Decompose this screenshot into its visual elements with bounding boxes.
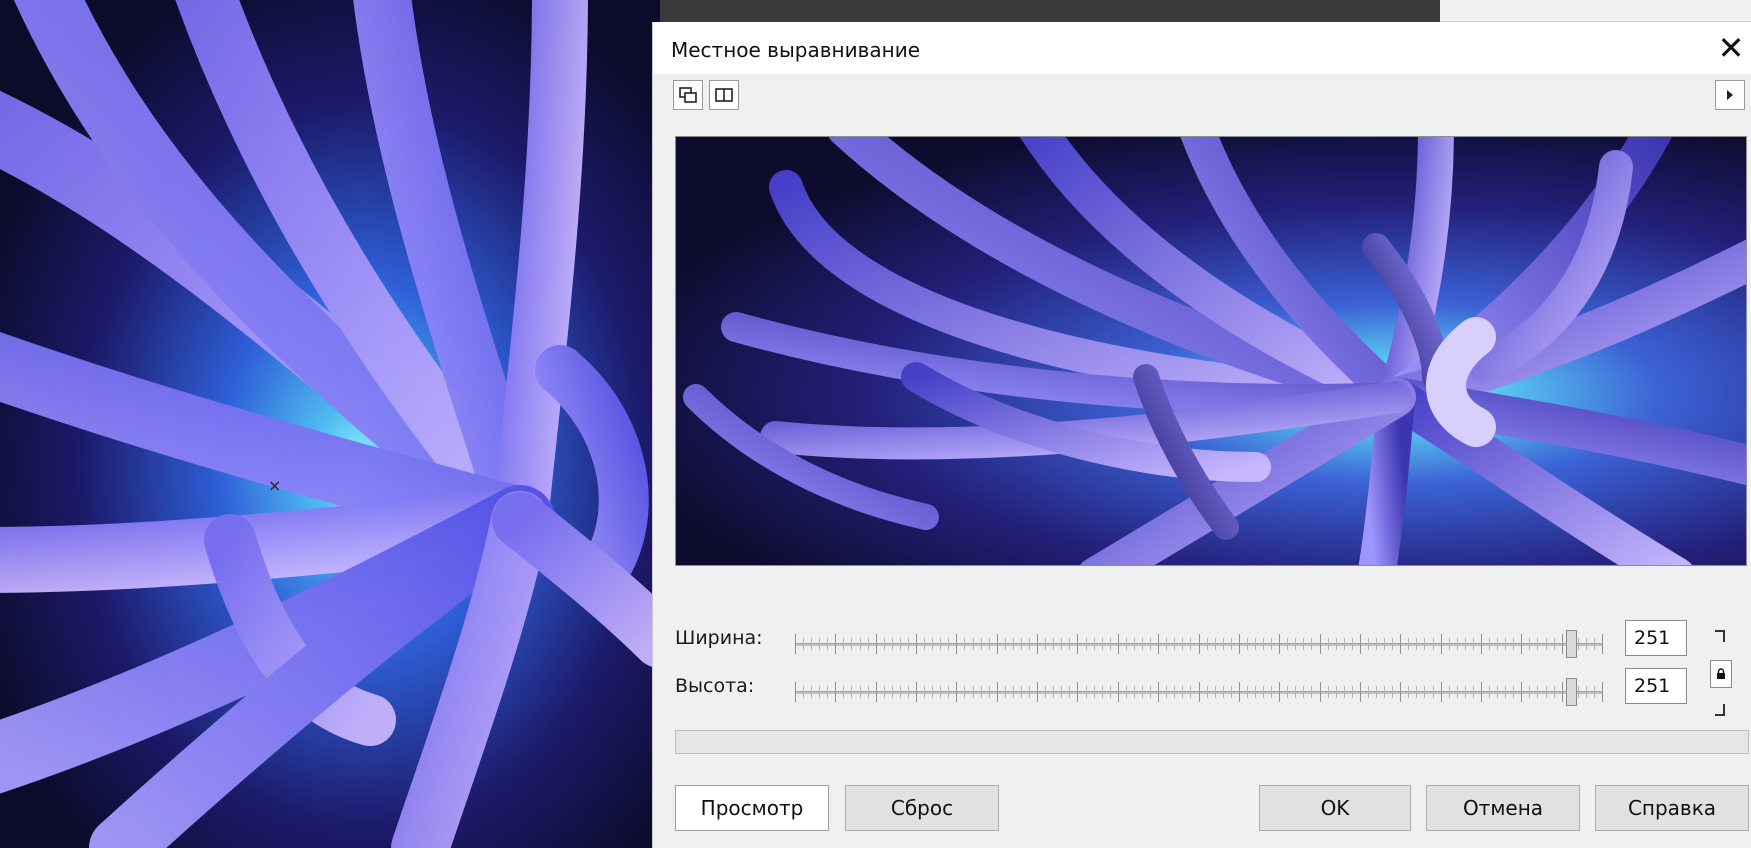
preview-window[interactable]	[675, 136, 1747, 566]
canvas-cursor-marker: ×	[268, 476, 282, 495]
height-slider[interactable]	[795, 676, 1603, 708]
canvas-photo	[0, 0, 660, 848]
cancel-button[interactable]: Отмена	[1426, 785, 1580, 831]
local-equalization-dialog: Местное выравнивание ✕ Ширина: 251 Высот…	[652, 22, 1751, 848]
height-label: Высота:	[675, 675, 755, 697]
preview-overlay-icon[interactable]	[673, 80, 703, 110]
width-field[interactable]: 251	[1625, 620, 1687, 656]
width-slider[interactable]	[795, 628, 1603, 660]
preview-toolbar	[673, 80, 739, 112]
split-view-icon[interactable]	[709, 80, 739, 110]
top-panel-strip	[1440, 0, 1751, 22]
height-slider-ticks	[795, 682, 1603, 702]
progress-bar	[675, 730, 1749, 754]
help-button[interactable]: Справка	[1595, 785, 1749, 831]
lock-icon[interactable]	[1710, 660, 1732, 688]
play-right-icon[interactable]	[1715, 80, 1745, 110]
dialog-title-bar[interactable]: Местное выравнивание ✕	[653, 22, 1751, 74]
document-canvas[interactable]: ×	[0, 0, 660, 848]
ok-button[interactable]: OK	[1259, 785, 1411, 831]
aspect-lock[interactable]	[1710, 630, 1732, 716]
close-icon[interactable]: ✕	[1711, 28, 1751, 68]
preview-image	[683, 137, 1746, 565]
width-slider-ticks	[795, 634, 1603, 654]
preview-button[interactable]: Просмотр	[675, 785, 829, 831]
height-slider-thumb[interactable]	[1566, 678, 1577, 706]
lock-bracket-top	[1715, 630, 1725, 642]
height-field[interactable]: 251	[1625, 668, 1687, 704]
width-label: Ширина:	[675, 627, 763, 649]
dialog-title: Местное выравнивание	[671, 38, 920, 62]
reset-button[interactable]: Сброс	[845, 785, 999, 831]
lock-bracket-bottom	[1715, 704, 1725, 716]
width-slider-thumb[interactable]	[1566, 630, 1577, 658]
